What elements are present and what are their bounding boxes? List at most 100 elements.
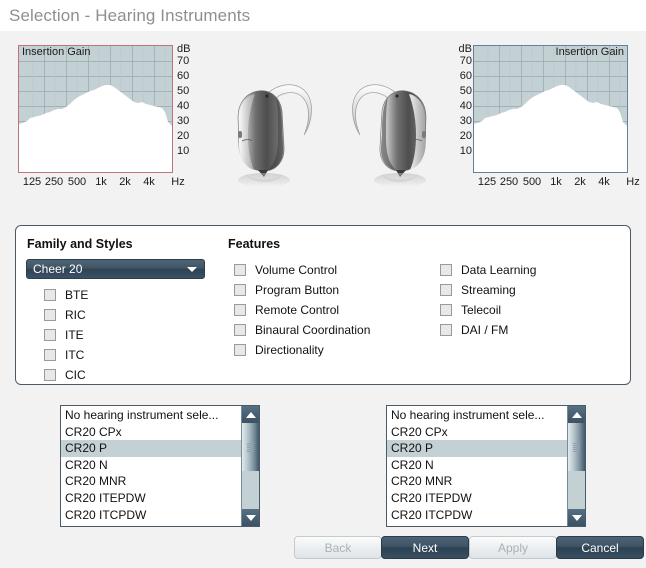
hearing-instrument-list-right[interactable]: No hearing instrument sele... CR20 CPx C… (386, 405, 586, 527)
chevron-down-icon (187, 266, 197, 272)
checkbox-icon[interactable] (440, 264, 452, 276)
list-item[interactable]: No hearing instrument sele... (61, 407, 241, 424)
list-item[interactable]: CR20 MNR (387, 473, 567, 490)
feature-checkbox-directionality[interactable]: Directionality (234, 342, 324, 358)
family-and-styles-heading: Family and Styles (27, 237, 133, 251)
feature-label-data-learning: Data Learning (461, 263, 537, 277)
y-tick-60-left: 60 (177, 70, 190, 82)
feature-checkbox-binaural-coordination[interactable]: Binaural Coordination (234, 322, 370, 338)
list-item[interactable]: CR20 P (387, 440, 567, 457)
checkbox-icon[interactable] (44, 349, 56, 361)
cancel-button[interactable]: Cancel (556, 536, 644, 559)
chart-x-axis-left: 125 250 500 1k 2k 4k Hz (18, 176, 203, 190)
scroll-up-button-left[interactable] (242, 406, 259, 423)
x-tick-2k-left: 2k (119, 176, 131, 188)
scroll-down-button-left[interactable] (242, 509, 259, 526)
checkbox-icon[interactable] (440, 324, 452, 336)
checkbox-icon[interactable] (44, 329, 56, 341)
feature-label-dai-fm: DAI / FM (461, 323, 509, 337)
style-checkbox-cic[interactable]: CIC (44, 367, 86, 383)
dialog-button-bar: Back Next Apply Cancel (0, 536, 646, 568)
feature-checkbox-data-learning[interactable]: Data Learning (440, 262, 536, 278)
scroll-track-right[interactable] (568, 423, 585, 509)
checkbox-icon[interactable] (44, 309, 56, 321)
triangle-up-icon (245, 411, 256, 418)
scroll-down-button-right[interactable] (568, 509, 585, 526)
checkbox-icon[interactable] (234, 304, 246, 316)
grip-icon (247, 442, 254, 452)
features-heading: Features (228, 237, 281, 251)
feature-checkbox-remote-control[interactable]: Remote Control (234, 302, 339, 318)
chart-plot-area-left (18, 45, 173, 173)
checkbox-icon[interactable] (234, 324, 246, 336)
feature-label-streaming: Streaming (461, 283, 516, 297)
y-tick-60-right: 60 (459, 70, 472, 82)
style-checkbox-ite[interactable]: ITE (44, 327, 84, 343)
feature-checkbox-dai-fm[interactable]: DAI / FM (440, 322, 508, 338)
style-checkbox-bte[interactable]: BTE (44, 287, 88, 303)
chart-plot-area-right (473, 45, 628, 173)
feature-checkbox-volume-control[interactable]: Volume Control (234, 262, 337, 278)
page-title: Selection - Hearing Instruments (9, 5, 251, 25)
x-tick-4k-left: 4k (143, 176, 155, 188)
x-unit-label-right: Hz (626, 176, 640, 188)
grip-icon (573, 442, 580, 452)
list-items-right: No hearing instrument sele... CR20 CPx C… (387, 406, 567, 526)
apply-button[interactable]: Apply (469, 536, 557, 559)
y-tick-10-left: 10 (177, 145, 190, 157)
list-scrollbar-left[interactable] (241, 406, 259, 526)
style-checkbox-itc[interactable]: ITC (44, 347, 84, 363)
feature-checkbox-streaming[interactable]: Streaming (440, 282, 516, 298)
list-item[interactable]: CR20 ITCPDW (61, 507, 241, 524)
triangle-up-icon (571, 411, 582, 418)
family-dropdown-value: Cheer 20 (33, 262, 83, 276)
feature-label-program-button: Program Button (255, 283, 340, 297)
list-item[interactable]: CR20 CPx (61, 424, 241, 441)
y-tick-20-right: 20 (459, 130, 472, 142)
hearing-instrument-list-left[interactable]: No hearing instrument sele... CR20 CPx C… (60, 405, 260, 527)
checkbox-icon[interactable] (440, 304, 452, 316)
list-item[interactable]: CR20 MNR (61, 473, 241, 490)
next-button[interactable]: Next (381, 536, 469, 559)
insertion-gain-chart-right: Insertion Gain dB 70 60 50 40 30 20 10 1… (448, 44, 640, 193)
scroll-track-left[interactable] (242, 423, 259, 509)
chart-gain-curve-right (474, 85, 627, 172)
style-label-cic: CIC (65, 368, 86, 382)
feature-checkbox-telecoil[interactable]: Telecoil (440, 302, 501, 318)
feature-checkbox-program-button[interactable]: Program Button (234, 282, 339, 298)
feature-label-directionality: Directionality (255, 343, 324, 357)
checkbox-icon[interactable] (44, 289, 56, 301)
list-item[interactable]: CR20 ITEPDW (387, 490, 567, 507)
x-tick-500-right: 500 (522, 176, 542, 188)
style-checkbox-ric[interactable]: RIC (44, 307, 86, 323)
scroll-up-button-right[interactable] (568, 406, 585, 423)
checkbox-icon[interactable] (234, 284, 246, 296)
list-item[interactable]: CR20 ITEPDW (61, 490, 241, 507)
family-dropdown[interactable]: Cheer 20 (26, 259, 205, 279)
scroll-thumb-right[interactable] (568, 423, 585, 471)
scroll-thumb-left[interactable] (242, 423, 259, 471)
feature-label-telecoil: Telecoil (461, 303, 502, 317)
checkbox-icon[interactable] (234, 264, 246, 276)
list-item[interactable]: CR20 ITCPDW (387, 507, 567, 524)
triangle-down-icon (571, 514, 582, 521)
list-item[interactable]: No hearing instrument sele... (387, 407, 567, 424)
back-button[interactable]: Back (294, 536, 382, 559)
x-tick-1k-left: 1k (95, 176, 107, 188)
y-tick-30-right: 30 (459, 115, 472, 127)
x-tick-500-left: 500 (67, 176, 87, 188)
y-tick-70-right: 70 (459, 55, 472, 67)
window-title-bar: Selection - Hearing Instruments (0, 0, 646, 31)
x-tick-250-left: 250 (44, 176, 64, 188)
checkbox-icon[interactable] (44, 369, 56, 381)
x-tick-125-left: 125 (22, 176, 42, 188)
list-item[interactable]: CR20 CPx (387, 424, 567, 441)
list-scrollbar-right[interactable] (567, 406, 585, 526)
list-item[interactable]: CR20 N (387, 457, 567, 474)
feature-label-volume-control: Volume Control (255, 263, 338, 277)
list-item[interactable]: CR20 P (61, 440, 241, 457)
checkbox-icon[interactable] (234, 344, 246, 356)
y-tick-50-right: 50 (459, 85, 472, 97)
list-item[interactable]: CR20 N (61, 457, 241, 474)
checkbox-icon[interactable] (440, 284, 452, 296)
